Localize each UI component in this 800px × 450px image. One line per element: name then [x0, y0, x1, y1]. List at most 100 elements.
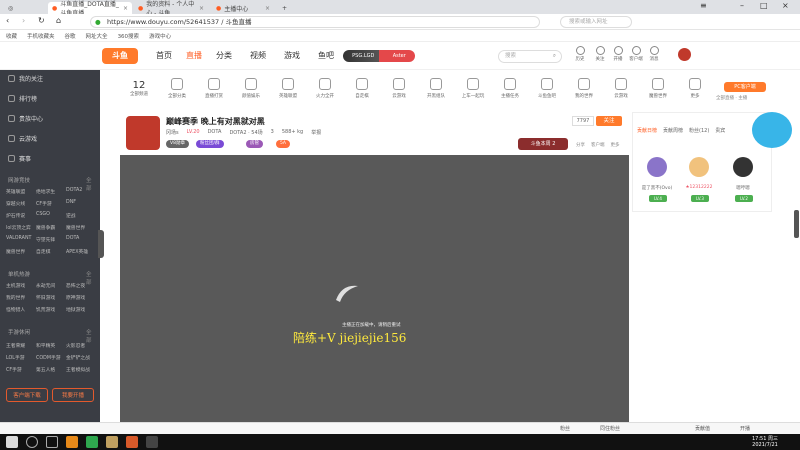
- category-item[interactable]: 自走棋: [347, 78, 377, 99]
- category-item[interactable]: 直播打赏: [199, 78, 229, 99]
- sidebar-game-item[interactable]: 我的世界: [6, 294, 34, 301]
- sidebar-game-item[interactable]: 炉石传说: [6, 212, 34, 219]
- sidebar-game-item[interactable]: 穿越火线: [6, 200, 34, 207]
- bookmark-item[interactable]: 游戏中心: [149, 32, 171, 40]
- task-view-icon[interactable]: [46, 436, 58, 448]
- page-scrollbar[interactable]: [794, 210, 799, 238]
- sidebar-game-item[interactable]: DOTA: [66, 236, 94, 243]
- sidebar-game-item[interactable]: VALORANT: [6, 236, 34, 243]
- sidebar-game-item[interactable]: 英雄联盟: [6, 188, 34, 195]
- app-icon[interactable]: [106, 436, 118, 448]
- explorer-icon[interactable]: [66, 436, 78, 448]
- sidebar-game-item[interactable]: 恐怖之夜: [66, 282, 94, 289]
- sidebar-game-item[interactable]: 王者模拟战: [66, 366, 94, 373]
- broadcast-icon[interactable]: 开播: [610, 46, 626, 62]
- download-client-button[interactable]: 客户端下载: [6, 388, 48, 402]
- category-item[interactable]: 火力全开: [310, 78, 340, 99]
- client-icon[interactable]: 客户端: [628, 46, 644, 62]
- new-tab-button[interactable]: +: [278, 2, 288, 14]
- close-icon[interactable]: ×: [199, 5, 204, 12]
- status-item[interactable]: 粉丝: [560, 425, 570, 432]
- sidebar-game-item[interactable]: 主机游戏: [6, 282, 34, 289]
- tag-pill[interactable]: 房管: [246, 140, 263, 148]
- nav-game[interactable]: 游戏: [284, 50, 300, 61]
- category-item[interactable]: 上车一起玩: [458, 78, 488, 99]
- tab-fans[interactable]: 粉丝(12): [689, 127, 709, 134]
- category-item[interactable]: 英雄联盟: [273, 78, 303, 99]
- tab-daily[interactable]: 贡献日榜: [637, 127, 657, 134]
- back-icon[interactable]: ‹: [6, 16, 9, 25]
- sidebar-game-item[interactable]: CSGO: [36, 212, 64, 219]
- sidebar-game-item[interactable]: 自走棋: [36, 248, 64, 255]
- sidebar-collapse-handle[interactable]: [98, 230, 104, 258]
- clock[interactable]: 17:51 周三 2021/7/21: [752, 435, 778, 448]
- sidebar-game-item[interactable]: 火影忍者: [66, 342, 94, 349]
- search-icon[interactable]: ⌕: [553, 51, 556, 62]
- category-item[interactable]: 我的世界: [569, 78, 599, 99]
- video-player[interactable]: 主播正在加载中，请稍后重试 陪练+V jiejiejie156: [120, 155, 629, 423]
- sidebar-item-cloud-game[interactable]: 云游戏: [8, 134, 37, 143]
- category-item[interactable]: 魔兽世界: [643, 78, 673, 99]
- tag-pill[interactable]: V8勋章: [166, 140, 189, 148]
- tag-pill[interactable]: 粉丝团/群: [196, 140, 224, 148]
- sidebar-game-item[interactable]: 怪物猎人: [6, 306, 34, 313]
- menu-icon[interactable]: ≡: [700, 1, 707, 10]
- start-broadcast-button[interactable]: 我要开播: [52, 388, 94, 402]
- site-search-input[interactable]: 搜索 ⌕: [498, 50, 562, 63]
- category-item[interactable]: 全部分类: [162, 78, 192, 99]
- sidebar-game-item[interactable]: 守望先锋: [36, 236, 64, 243]
- category-item[interactable]: 更多: [680, 78, 710, 99]
- streamer-name[interactable]: 冈场s: [166, 129, 179, 136]
- sidebar-game-item[interactable]: DNF: [66, 200, 94, 207]
- status-item[interactable]: 开播: [740, 425, 750, 432]
- url-input[interactable]: ● https://www.douyu.com/52641537 / 斗鱼直播: [90, 16, 540, 28]
- browser-icon[interactable]: ◎: [4, 2, 13, 14]
- sidebar-item-rank[interactable]: 排行榜: [8, 94, 37, 103]
- close-window-icon[interactable]: ×: [782, 1, 789, 10]
- user-avatar[interactable]: [647, 157, 667, 177]
- sidebar-game-item[interactable]: CF手游: [6, 366, 34, 373]
- sidebar-game-item[interactable]: 和平精英: [36, 342, 64, 349]
- follow-icon[interactable]: 关注: [592, 46, 608, 62]
- bookmark-item[interactable]: 谷歌: [65, 32, 76, 40]
- sidebar-item-noble[interactable]: 贵族中心: [8, 114, 43, 123]
- status-item[interactable]: 贡献值: [695, 425, 710, 432]
- sidebar-game-item[interactable]: 地狱游戏: [66, 306, 94, 313]
- sidebar-game-item[interactable]: 第五人格: [36, 366, 64, 373]
- tab-profile[interactable]: ● 我的资料 - 个人中心 - 斗鱼 ×: [134, 1, 208, 17]
- tab-vip[interactable]: 贵宾: [715, 127, 725, 134]
- category-item[interactable]: 斗鱼鱼吧: [532, 78, 562, 99]
- bookmark-item[interactable]: 收藏: [6, 32, 17, 40]
- pc-client-button[interactable]: PC客户端: [724, 82, 766, 92]
- close-icon[interactable]: ×: [265, 5, 270, 12]
- category-count[interactable]: 12 全部频道: [124, 80, 154, 97]
- sidebar-game-item[interactable]: 魔兽世界: [6, 248, 34, 255]
- category-item[interactable]: 云游戏: [606, 78, 636, 99]
- sidebar-game-item[interactable]: CODM手游: [36, 354, 64, 361]
- sidebar-item-follow[interactable]: 我的关注: [8, 74, 43, 83]
- sidebar-game-item[interactable]: lol云顶之弈: [6, 224, 34, 231]
- message-icon[interactable]: 消息: [646, 46, 662, 62]
- tab-weekly[interactable]: 贡献周榜: [663, 127, 683, 134]
- sidebar-game-item[interactable]: APEX英雄: [66, 248, 94, 255]
- sidebar-game-item[interactable]: 永劫无间: [36, 282, 64, 289]
- tab-douyu[interactable]: ● 斗鱼直播_DOTA直播_斗鱼直播 ×: [48, 1, 132, 17]
- obs-icon[interactable]: [146, 436, 158, 448]
- windows-start-icon[interactable]: [6, 436, 18, 448]
- bookmark-item[interactable]: 手机收藏夹: [27, 32, 55, 40]
- sidebar-game-item[interactable]: DOTA2: [66, 188, 94, 195]
- avatar[interactable]: [678, 48, 691, 61]
- sidebar-game-item[interactable]: 饥荒游戏: [36, 306, 64, 313]
- bookmark-item[interactable]: 360搜索: [118, 32, 140, 40]
- nav-fishbar[interactable]: 鱼吧: [318, 50, 334, 61]
- douyu-logo[interactable]: 斗鱼: [102, 48, 138, 64]
- tab-anchor-center[interactable]: ● 主播中心 ×: [212, 2, 274, 14]
- sidebar-game-item[interactable]: 魔兽争霸: [36, 224, 64, 231]
- home-icon[interactable]: ⌂: [56, 16, 61, 25]
- category-item[interactable]: 开黑组队: [421, 78, 451, 99]
- sidebar-game-item[interactable]: 王者荣耀: [6, 342, 34, 349]
- category-item[interactable]: 颜值娱乐: [236, 78, 266, 99]
- sidebar-game-item[interactable]: 魔兽世界: [66, 224, 94, 231]
- sidebar-game-item[interactable]: 金铲铲之战: [66, 354, 94, 361]
- douyu-app-icon[interactable]: [126, 436, 138, 448]
